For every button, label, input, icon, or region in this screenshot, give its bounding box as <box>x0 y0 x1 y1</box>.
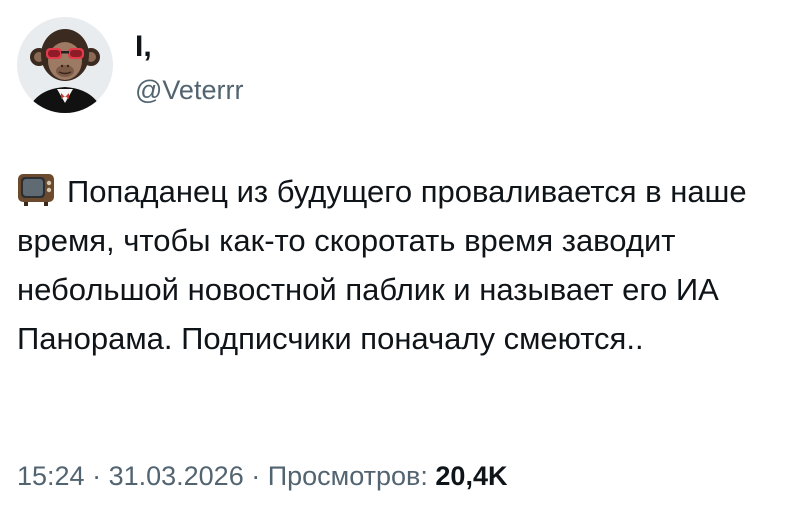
tweet-text: Попаданец из будущего проваливается в на… <box>17 167 787 363</box>
meta-separator: · <box>243 461 268 491</box>
monkey-avatar-icon <box>17 17 113 113</box>
meta-separator: · <box>84 461 109 491</box>
tweet-meta: 15:24 · 31.03.2026 · Просмотров: 20,4K <box>17 460 507 492</box>
author-display-name[interactable]: І, <box>135 30 152 64</box>
views-label: Просмотров: <box>267 461 428 491</box>
author-avatar[interactable] <box>17 17 113 113</box>
views-count[interactable]: 20,4K <box>435 461 507 491</box>
tweet-card: І, @Veterrr Попаданец из будущего провал… <box>0 0 793 507</box>
tweet-date[interactable]: 31.03.2026 <box>109 461 244 491</box>
tweet-time[interactable]: 15:24 <box>17 461 85 491</box>
tweet-text-content: Попаданец из будущего проваливается в на… <box>17 174 747 356</box>
television-icon <box>17 172 55 206</box>
author-handle[interactable]: @Veterrr <box>135 74 243 106</box>
